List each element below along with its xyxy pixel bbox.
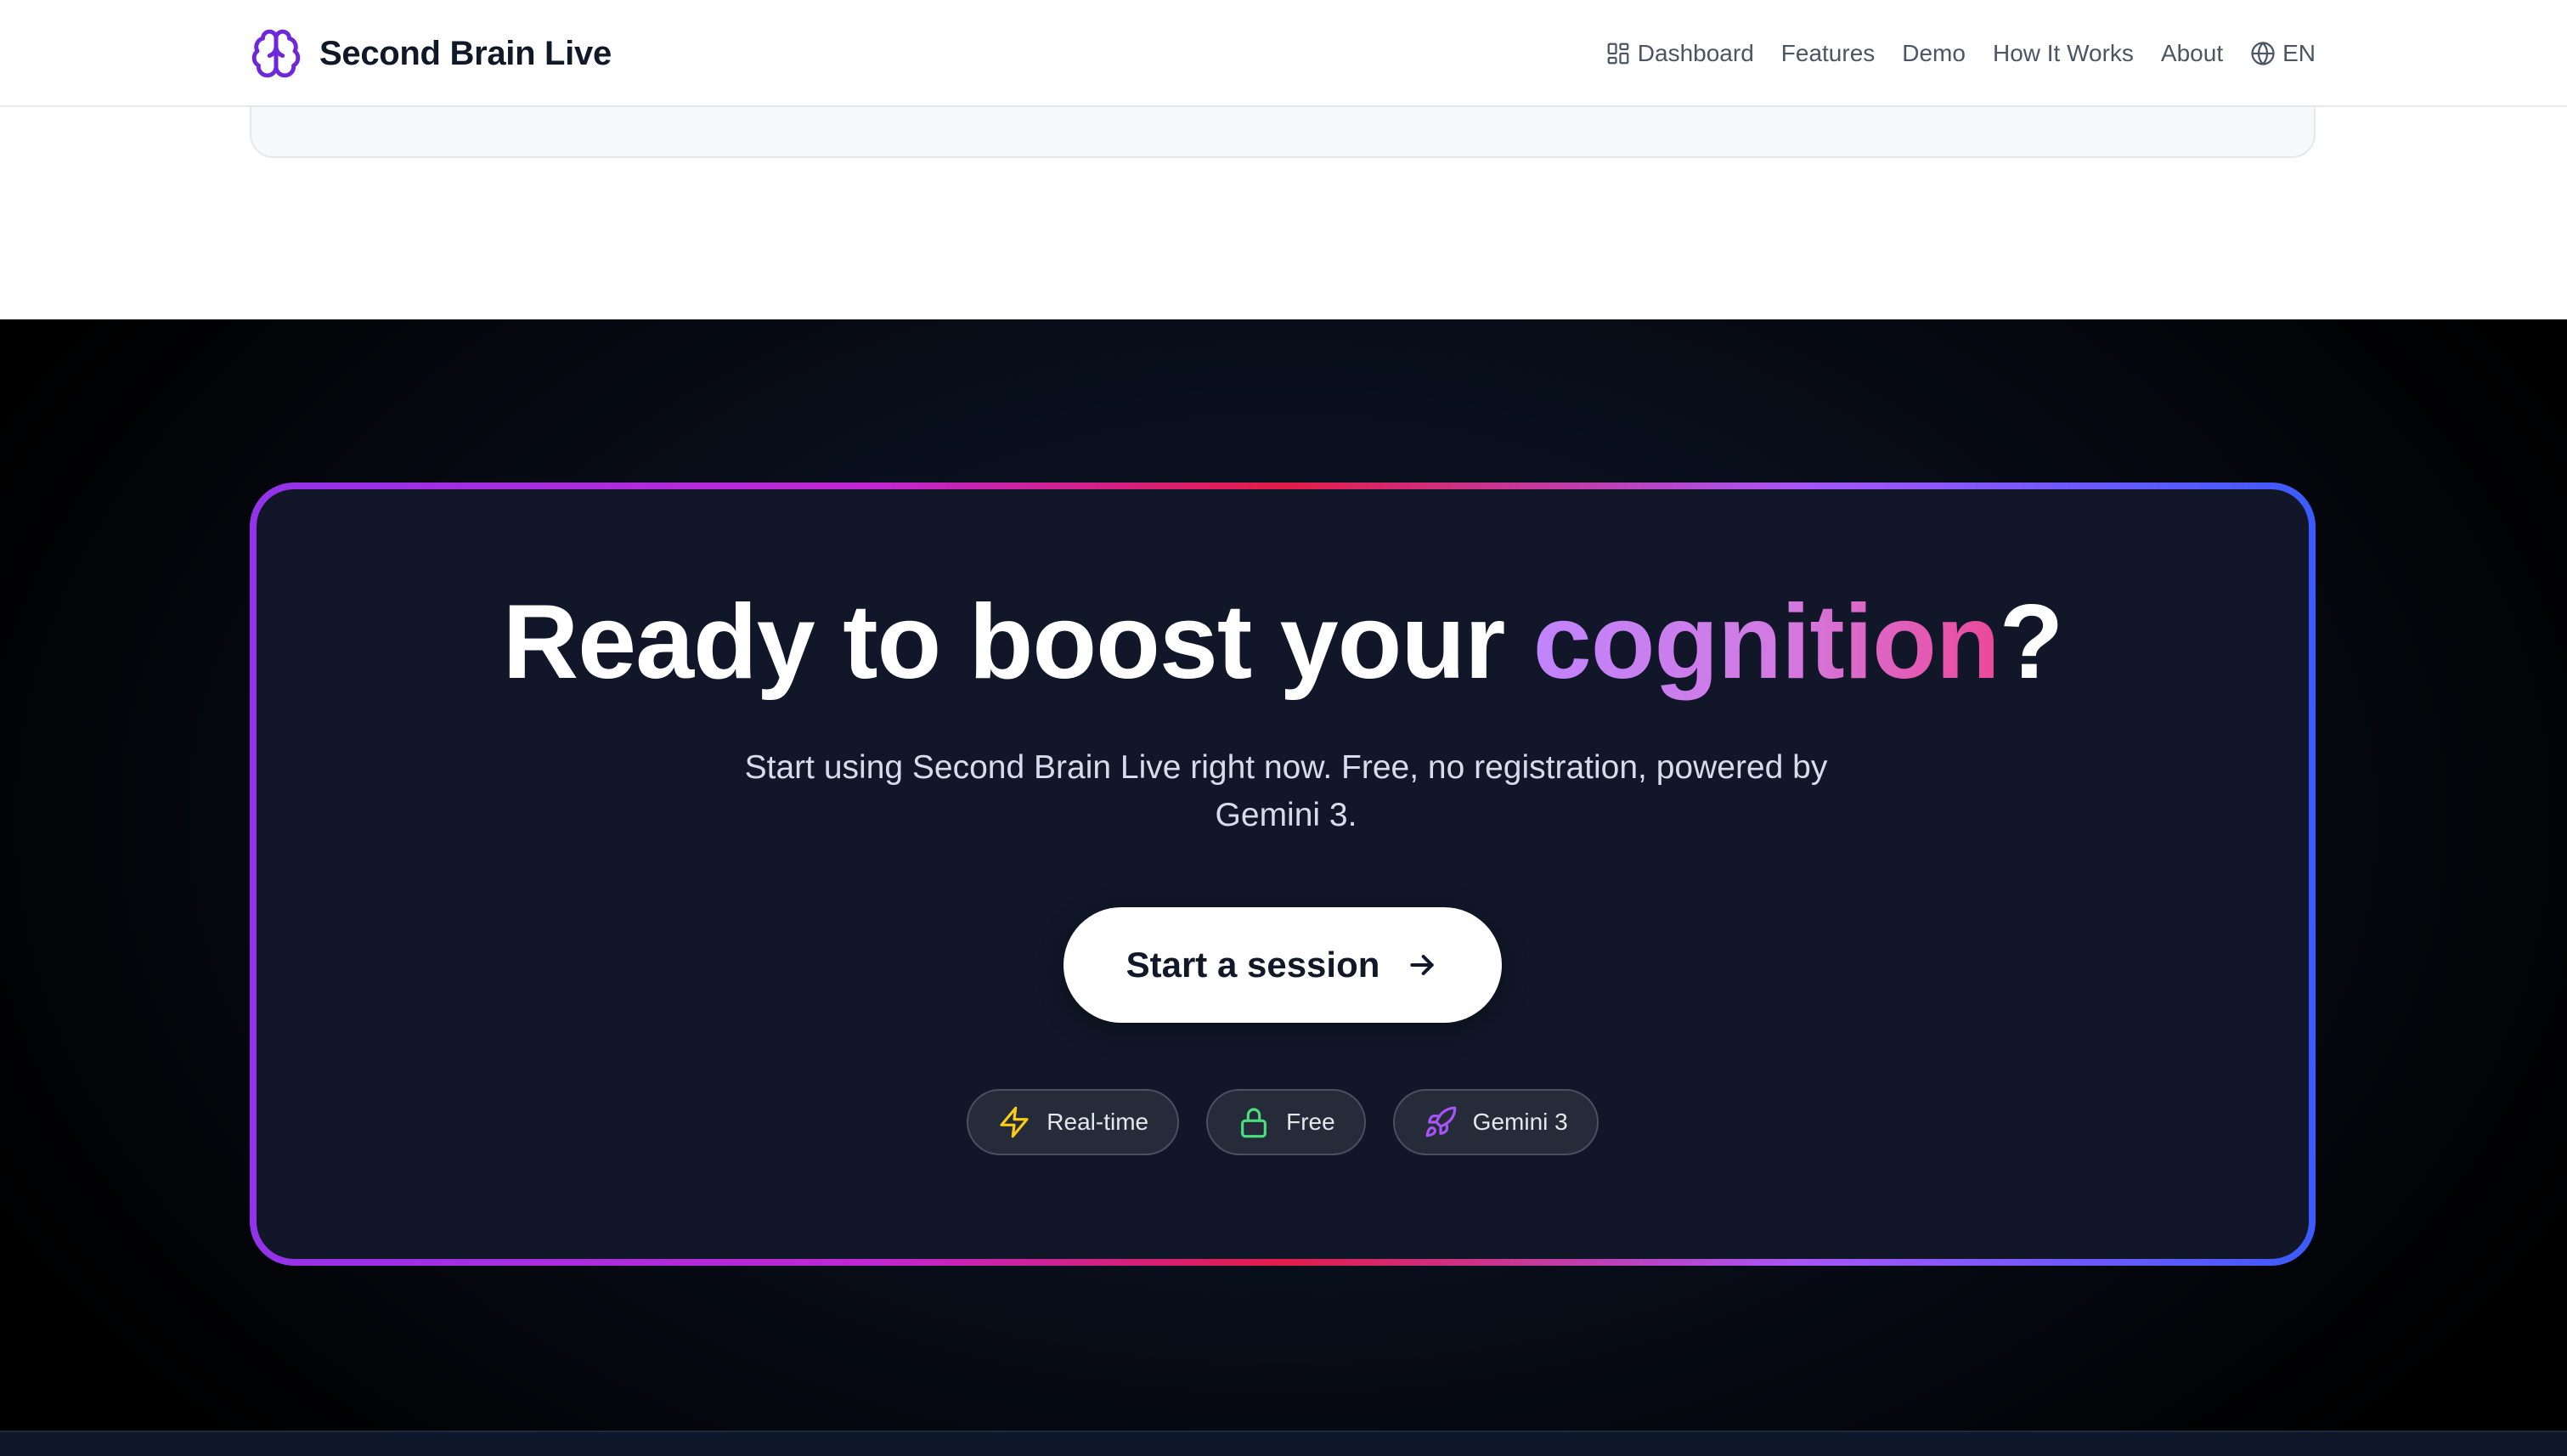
badge-real-time: Real-time <box>967 1089 1180 1155</box>
cta-title: Ready to boost your cognition? <box>257 584 2309 700</box>
footer-edge <box>0 1431 2567 1456</box>
nav-link-features[interactable]: Features <box>1781 40 1876 67</box>
badge-free: Free <box>1206 1089 1366 1155</box>
cta-card-border: Ready to boost your cognition? Start usi… <box>250 483 2316 1266</box>
feature-badges: Real-time Free Gemini 3 <box>257 1089 2309 1155</box>
brand-name: Second Brain Live <box>319 34 612 72</box>
nav-link-label: About <box>2160 40 2224 66</box>
cta-title-suffix: ? <box>1999 584 2064 701</box>
badge-label: Real-time <box>1047 1109 1149 1135</box>
badge-gemini: Gemini 3 <box>1392 1089 1599 1155</box>
lock-icon <box>1241 1108 1267 1138</box>
navbar: Second Brain Live Dashboard Features Dem… <box>0 0 2567 107</box>
brand-logo-link[interactable]: Second Brain Live <box>250 25 612 82</box>
nav-link-about[interactable]: About <box>2161 40 2223 67</box>
nav-link-label: Features <box>1780 40 1876 66</box>
cta-title-prefix: Ready to boost your <box>502 584 1533 701</box>
arrow-right-icon <box>1410 955 1435 975</box>
brain-icon <box>251 29 301 78</box>
badge-label: Gemini 3 <box>1472 1109 1568 1135</box>
cta-title-highlight: cognition <box>1532 584 2000 701</box>
badge-label: Free <box>1286 1109 1335 1135</box>
rocket-icon <box>1425 1106 1456 1137</box>
nav-link-label: Demo <box>1902 40 1966 66</box>
language-switcher[interactable]: EN <box>2250 40 2316 67</box>
start-session-label: Start a session <box>1126 945 1380 985</box>
nav-link-how-it-works[interactable]: How It Works <box>1993 40 2134 67</box>
nav-links: Dashboard Features Demo How It Works Abo… <box>1605 34 2316 73</box>
nav-link-demo[interactable]: Demo <box>1902 40 1966 67</box>
nav-link-label: How It Works <box>1992 40 2134 66</box>
lightning-icon <box>1000 1106 1029 1138</box>
start-session-button[interactable]: Start a session <box>1063 907 1502 1023</box>
language-label: EN <box>2282 40 2316 66</box>
globe-icon <box>2251 42 2275 65</box>
cta-card: Ready to boost your cognition? Start usi… <box>257 489 2309 1259</box>
cta-subtitle: Start using Second Brain Live right now.… <box>744 749 1828 833</box>
nav-link-dashboard[interactable]: Dashboard <box>1605 40 1754 67</box>
nav-link-label: Dashboard <box>1637 40 1754 66</box>
dashboard-grid-icon <box>1607 42 1629 65</box>
